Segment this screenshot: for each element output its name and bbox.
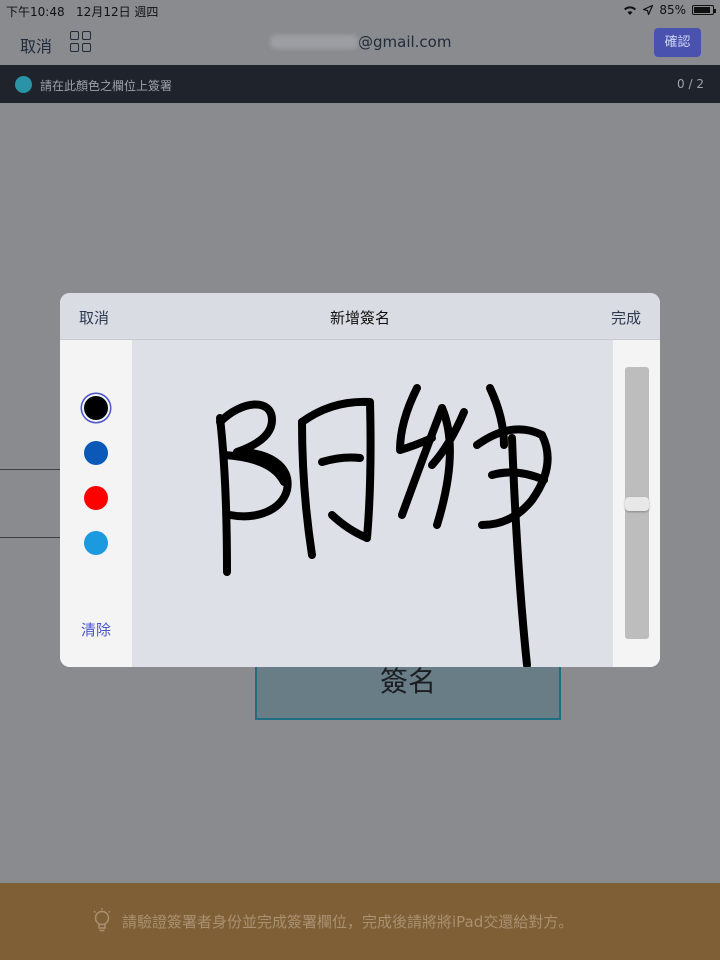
field-count: 0 / 2	[677, 77, 704, 91]
grid-icon[interactable]	[70, 31, 92, 53]
nav-cancel-button[interactable]: 取消	[20, 33, 52, 57]
color-swatch-light-blue[interactable]	[84, 531, 108, 555]
info-instruction: 請在此顏色之欄位上簽署	[40, 79, 173, 93]
status-time: 下午10:48 12月12日 週四	[6, 5, 159, 19]
location-icon	[643, 5, 654, 15]
document-line	[0, 469, 62, 470]
color-palette: 清除	[60, 340, 132, 667]
signing-color-indicator	[15, 76, 32, 93]
status-indicators: 85%	[623, 3, 716, 17]
signature-canvas[interactable]	[132, 340, 613, 667]
status-bar: 下午10:48 12月12日 週四 85%	[0, 0, 720, 20]
nav-bar: 取消 @gmail.com 確認	[0, 20, 720, 65]
battery-percent: 85%	[659, 3, 686, 17]
status-date: 12月12日 週四	[76, 5, 159, 19]
stroke-width-slider-thumb[interactable]	[625, 497, 649, 511]
bottom-hint-text: 請驗證簽署者身份並完成簽署欄位，完成後請將將iPad交還給對方。	[122, 913, 574, 931]
account-email: @gmail.com	[270, 33, 451, 51]
add-signature-modal: 取消 新增簽名 完成 清除	[60, 293, 660, 667]
modal-title: 新增簽名	[329, 309, 390, 327]
document-line	[0, 537, 62, 538]
lightbulb-icon	[93, 908, 111, 932]
clear-button[interactable]: 清除	[81, 619, 111, 640]
modal-done-button[interactable]: 完成	[611, 307, 641, 328]
info-bar: 請在此顏色之欄位上簽署 0 / 2	[0, 65, 720, 103]
color-swatch-black[interactable]	[84, 396, 108, 420]
color-swatch-red[interactable]	[84, 486, 108, 510]
signature-drawing	[216, 384, 552, 667]
stroke-width-panel	[613, 340, 660, 667]
wifi-icon	[624, 5, 637, 15]
confirm-button[interactable]: 確認	[654, 28, 701, 57]
battery-icon	[692, 5, 716, 15]
color-swatch-blue[interactable]	[84, 441, 108, 465]
modal-header: 取消 新增簽名 完成	[60, 293, 660, 340]
redacted-username	[270, 35, 358, 49]
bottom-hint-bar: 請驗證簽署者身份並完成簽署欄位，完成後請將將iPad交還給對方。	[0, 883, 720, 960]
